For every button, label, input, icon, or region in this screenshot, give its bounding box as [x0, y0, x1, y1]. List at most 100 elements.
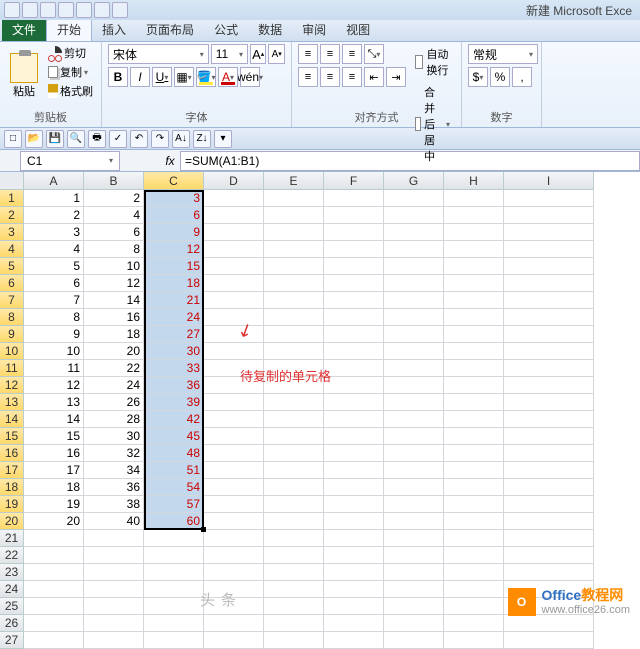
- cell[interactable]: [384, 479, 444, 496]
- comma-button[interactable]: ,: [512, 67, 532, 87]
- cell[interactable]: [84, 564, 144, 581]
- cell[interactable]: 12: [84, 275, 144, 292]
- tab-view[interactable]: 视图: [336, 18, 380, 41]
- cell[interactable]: [384, 513, 444, 530]
- undo-icon[interactable]: ↶: [130, 130, 148, 148]
- cell[interactable]: 51: [144, 462, 204, 479]
- cell[interactable]: [324, 411, 384, 428]
- cell[interactable]: 39: [144, 394, 204, 411]
- cell[interactable]: [504, 445, 594, 462]
- cell[interactable]: [204, 207, 264, 224]
- cell[interactable]: 12: [24, 377, 84, 394]
- cell[interactable]: [264, 394, 324, 411]
- cell[interactable]: [504, 394, 594, 411]
- percent-button[interactable]: %: [490, 67, 510, 87]
- cell[interactable]: 45: [144, 428, 204, 445]
- cell[interactable]: 18: [24, 479, 84, 496]
- row-header[interactable]: 27: [0, 632, 24, 649]
- cell[interactable]: [204, 445, 264, 462]
- cell[interactable]: 15: [24, 428, 84, 445]
- cell[interactable]: [24, 632, 84, 649]
- cell[interactable]: 32: [84, 445, 144, 462]
- cell[interactable]: [504, 292, 594, 309]
- cell[interactable]: [444, 258, 504, 275]
- cell[interactable]: 54: [144, 479, 204, 496]
- cell[interactable]: 9: [144, 224, 204, 241]
- row-header[interactable]: 10: [0, 343, 24, 360]
- cell[interactable]: 8: [84, 241, 144, 258]
- cell[interactable]: 6: [84, 224, 144, 241]
- cell[interactable]: [384, 564, 444, 581]
- cell[interactable]: [204, 496, 264, 513]
- qat-item[interactable]: [112, 2, 128, 18]
- cell[interactable]: [24, 564, 84, 581]
- cell[interactable]: [504, 326, 594, 343]
- cell[interactable]: [204, 343, 264, 360]
- cell[interactable]: [384, 292, 444, 309]
- cell[interactable]: 11: [24, 360, 84, 377]
- cell[interactable]: 18: [84, 326, 144, 343]
- cell[interactable]: [324, 530, 384, 547]
- cell[interactable]: [264, 445, 324, 462]
- row-header[interactable]: 5: [0, 258, 24, 275]
- cell[interactable]: 20: [84, 343, 144, 360]
- qat-item[interactable]: [22, 2, 38, 18]
- cell[interactable]: [204, 241, 264, 258]
- cell[interactable]: [444, 581, 504, 598]
- cell[interactable]: [264, 326, 324, 343]
- cell[interactable]: [264, 530, 324, 547]
- cell[interactable]: [444, 428, 504, 445]
- row-header[interactable]: 11: [0, 360, 24, 377]
- row-header[interactable]: 16: [0, 445, 24, 462]
- cell[interactable]: [144, 632, 204, 649]
- cell[interactable]: [384, 241, 444, 258]
- cell[interactable]: [24, 581, 84, 598]
- row-header[interactable]: 1: [0, 190, 24, 207]
- cell[interactable]: 60: [144, 513, 204, 530]
- dropdown-icon[interactable]: ▾: [214, 130, 232, 148]
- row-header[interactable]: 6: [0, 275, 24, 292]
- column-header[interactable]: G: [384, 172, 444, 190]
- cell[interactable]: 24: [144, 309, 204, 326]
- cell[interactable]: [144, 598, 204, 615]
- row-header[interactable]: 21: [0, 530, 24, 547]
- underline-button[interactable]: U▾: [152, 67, 172, 87]
- row-header[interactable]: 18: [0, 479, 24, 496]
- spell-icon[interactable]: ✓: [109, 130, 127, 148]
- tab-review[interactable]: 审阅: [292, 18, 336, 41]
- cell[interactable]: [444, 241, 504, 258]
- cell[interactable]: [444, 309, 504, 326]
- cell[interactable]: [384, 326, 444, 343]
- cell[interactable]: [324, 547, 384, 564]
- cell[interactable]: [504, 258, 594, 275]
- cell[interactable]: 24: [84, 377, 144, 394]
- cell[interactable]: 48: [144, 445, 204, 462]
- cell[interactable]: [144, 530, 204, 547]
- redo-icon[interactable]: ↷: [151, 130, 169, 148]
- cell[interactable]: [264, 547, 324, 564]
- cell[interactable]: [264, 479, 324, 496]
- cell[interactable]: [444, 343, 504, 360]
- cell[interactable]: [324, 445, 384, 462]
- cell[interactable]: [84, 632, 144, 649]
- cell[interactable]: [324, 360, 384, 377]
- name-box[interactable]: C1▾: [20, 151, 120, 171]
- cell[interactable]: [444, 496, 504, 513]
- sort-asc-icon[interactable]: A↓: [172, 130, 190, 148]
- decrease-font-button[interactable]: A▾: [268, 44, 285, 64]
- currency-button[interactable]: $▾: [468, 67, 488, 87]
- cell[interactable]: [24, 598, 84, 615]
- cell[interactable]: [264, 275, 324, 292]
- cell[interactable]: [504, 360, 594, 377]
- bold-button[interactable]: B: [108, 67, 128, 87]
- row-header[interactable]: 23: [0, 564, 24, 581]
- cell[interactable]: [324, 564, 384, 581]
- cell[interactable]: [444, 224, 504, 241]
- column-header[interactable]: F: [324, 172, 384, 190]
- cell[interactable]: [384, 377, 444, 394]
- cell[interactable]: [444, 479, 504, 496]
- cell[interactable]: [444, 513, 504, 530]
- cell[interactable]: 30: [144, 343, 204, 360]
- cell[interactable]: [324, 190, 384, 207]
- cell[interactable]: [204, 462, 264, 479]
